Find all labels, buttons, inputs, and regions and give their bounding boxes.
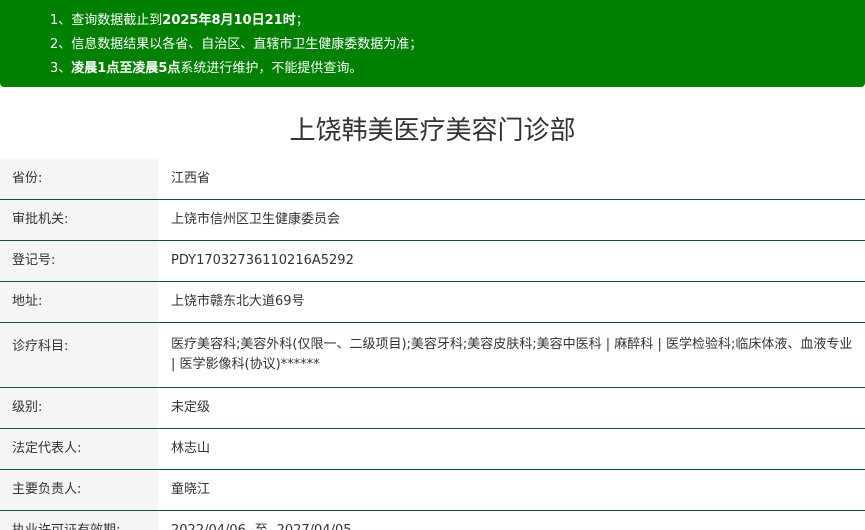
row-address: 地址: 上饶市赣东北大道69号 bbox=[0, 281, 865, 323]
institution-info-table: 省份: 江西省 审批机关: 上饶市信州区卫生健康委员会 登记号: PDY1703… bbox=[0, 159, 865, 530]
row-departments: 诊疗科目: 医疗美容科;美容外科(仅限一、二级项目);美容牙科;美容皮肤科;美容… bbox=[0, 322, 865, 388]
row-registration-number: 登记号: PDY17032736110216A5292 bbox=[0, 240, 865, 282]
label-province: 省份: bbox=[0, 159, 158, 200]
row-license-validity: 执业许可证有效期: 2022/04/06 -至- 2027/04/05 bbox=[0, 510, 865, 530]
row-approval-authority: 审批机关: 上饶市信州区卫生健康委员会 bbox=[0, 199, 865, 241]
value-license-validity: 2022/04/06 -至- 2027/04/05 bbox=[158, 511, 865, 530]
row-level: 级别: 未定级 bbox=[0, 387, 865, 429]
value-registration-number: PDY17032736110216A5292 bbox=[171, 253, 354, 268]
row-province: 省份: 江西省 bbox=[0, 159, 865, 200]
notice-banner: 1、查询数据截止到2025年8月10日21时； 2、信息数据结果以各省、自治区、… bbox=[0, 0, 865, 87]
notice-line-3: 3、凌晨1点至凌晨5点系统进行维护，不能提供查询。 bbox=[50, 61, 363, 76]
value-address: 上饶市赣东北大道69号 bbox=[171, 294, 305, 309]
label-approval-authority: 审批机关: bbox=[0, 199, 158, 241]
value-approval-authority: 上饶市信州区卫生健康委员会 bbox=[171, 212, 341, 227]
value-principal: 童晓江 bbox=[171, 482, 211, 497]
value-departments: 医疗美容科;美容外科(仅限一、二级项目);美容牙科;美容皮肤科;美容中医科 | … bbox=[171, 337, 853, 372]
label-license-validity: 执业许可证有效期: bbox=[0, 510, 158, 530]
value-legal-representative: 林志山 bbox=[171, 441, 211, 456]
value-province: 江西省 bbox=[171, 171, 211, 186]
page-title: 上饶韩美医疗美容门诊部 bbox=[289, 116, 576, 146]
value-level: 未定级 bbox=[171, 400, 211, 415]
row-principal: 主要负责人: 童晓江 bbox=[0, 469, 865, 511]
row-legal-representative: 法定代表人: 林志山 bbox=[0, 428, 865, 470]
label-principal: 主要负责人: bbox=[0, 469, 158, 511]
label-registration-number: 登记号: bbox=[0, 240, 158, 282]
label-legal-representative: 法定代表人: bbox=[0, 428, 158, 470]
notice-line-2: 2、信息数据结果以各省、自治区、直辖市卫生健康委数据为准； bbox=[50, 37, 423, 52]
label-departments: 诊疗科目: bbox=[0, 322, 158, 388]
notice-line-1: 1、查询数据截止到2025年8月10日21时； bbox=[50, 13, 309, 28]
label-address: 地址: bbox=[0, 281, 158, 323]
label-level: 级别: bbox=[0, 387, 158, 429]
